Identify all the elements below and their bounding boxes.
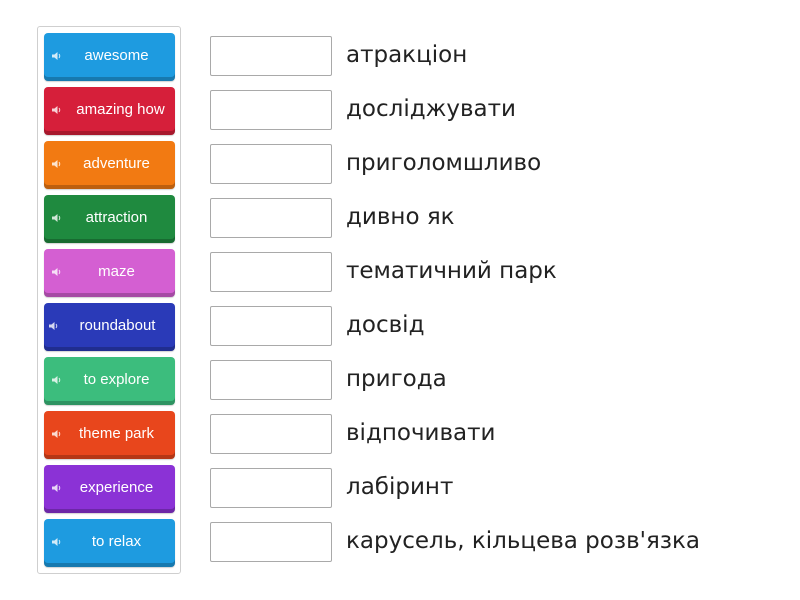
target-text: приголомшливо <box>346 150 542 176</box>
drop-slot-10[interactable] <box>210 522 332 562</box>
drop-slot-1[interactable] <box>210 36 332 76</box>
speaker-icon <box>52 52 61 60</box>
drop-slot-4[interactable] <box>210 198 332 238</box>
word-card-to-relax[interactable]: to relax <box>44 519 175 567</box>
word-card-label: to explore <box>83 370 150 388</box>
drop-slot-3[interactable] <box>210 144 332 184</box>
target-text: лабіринт <box>346 474 454 500</box>
word-card-maze[interactable]: maze <box>44 249 175 297</box>
word-card-to-explore[interactable]: to explore <box>44 357 175 405</box>
word-card-label: amazing how <box>76 100 165 118</box>
speaker-icon <box>52 160 61 168</box>
word-card-theme-park[interactable]: theme park <box>44 411 175 459</box>
word-card-label: adventure <box>83 154 150 172</box>
target-text: досвід <box>346 312 425 338</box>
word-card-label: roundabout <box>79 316 156 334</box>
target-text: тематичний парк <box>346 258 557 284</box>
word-card-awesome[interactable]: awesome <box>44 33 175 81</box>
word-card-label: to relax <box>91 532 142 550</box>
word-card-label: theme park <box>78 424 155 442</box>
drop-slot-8[interactable] <box>210 414 332 454</box>
drop-slot-6[interactable] <box>210 306 332 346</box>
target-text: пригода <box>346 366 447 392</box>
word-card-amazing-how[interactable]: amazing how <box>44 87 175 135</box>
match-up-activity: awesome amazing how adventure attraction… <box>0 0 800 600</box>
word-card-label: attraction <box>85 208 148 226</box>
word-card-experience[interactable]: experience <box>44 465 175 513</box>
speaker-icon <box>52 376 61 384</box>
word-card-label: awesome <box>84 46 149 64</box>
target-text: карусель, кільцева розв'язка <box>346 528 701 554</box>
target-text: досліджувати <box>346 96 516 122</box>
drop-slot-5[interactable] <box>210 252 332 292</box>
speaker-icon <box>52 538 61 546</box>
speaker-icon <box>52 268 61 276</box>
speaker-icon <box>52 484 61 492</box>
speaker-icon <box>52 430 61 438</box>
drop-slot-9[interactable] <box>210 468 332 508</box>
word-card-roundabout[interactable]: roundabout <box>44 303 175 351</box>
drop-slot-2[interactable] <box>210 90 332 130</box>
speaker-icon <box>49 322 58 330</box>
word-card-label: experience <box>79 478 154 496</box>
speaker-icon <box>52 106 61 114</box>
word-card-attraction[interactable]: attraction <box>44 195 175 243</box>
word-card-adventure[interactable]: adventure <box>44 141 175 189</box>
card-pool: awesome amazing how adventure attraction… <box>37 26 181 574</box>
target-text: атракціон <box>346 42 468 68</box>
target-text: дивно як <box>346 204 455 230</box>
drop-slot-7[interactable] <box>210 360 332 400</box>
speaker-icon <box>52 214 61 222</box>
word-card-label: maze <box>98 262 135 280</box>
target-text: відпочивати <box>346 420 496 446</box>
